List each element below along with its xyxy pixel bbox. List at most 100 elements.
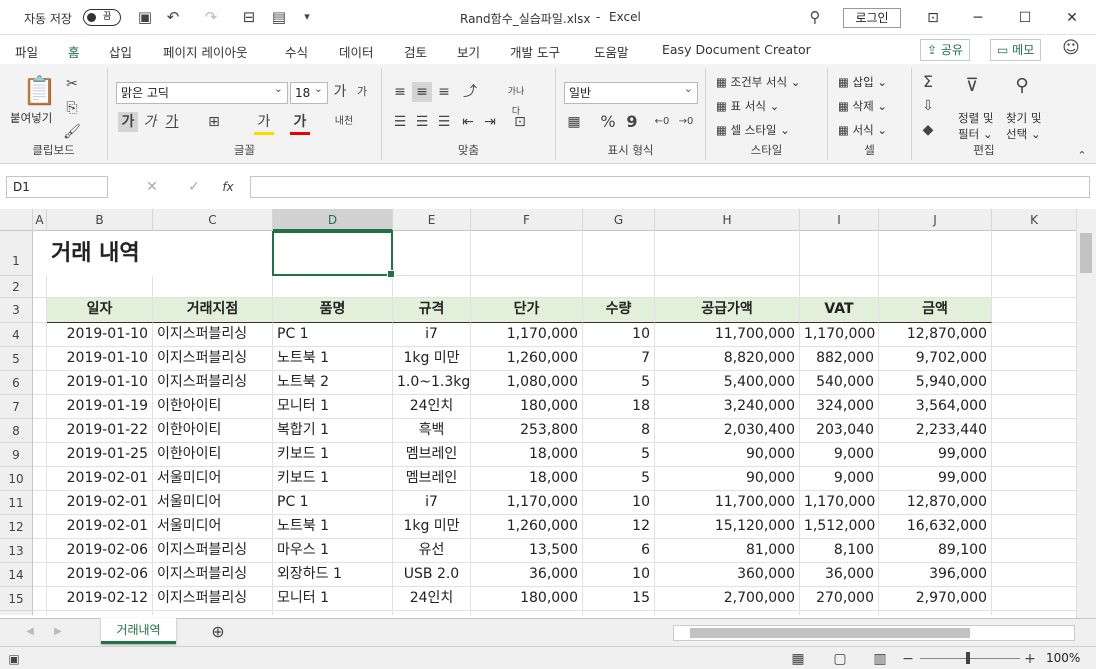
table-cell[interactable]: 24인치	[393, 395, 471, 419]
table-cell[interactable]: 16,632,000	[879, 515, 992, 539]
table-cell[interactable]: 모니터 1	[273, 395, 393, 419]
bold-button[interactable]: 가	[118, 112, 138, 132]
formula-input[interactable]	[250, 176, 1090, 198]
row-header[interactable]: 11	[0, 491, 33, 515]
empty-cell[interactable]	[33, 515, 47, 539]
empty-cell[interactable]	[992, 371, 1076, 395]
empty-cell[interactable]	[992, 587, 1076, 611]
table-cell[interactable]: 1,260,000	[471, 347, 583, 371]
name-box[interactable]: D1	[6, 176, 108, 198]
table-cell[interactable]: 멤브레인	[393, 467, 471, 491]
table-cell[interactable]: 5,940,000	[879, 371, 992, 395]
comma-button[interactable]: 9	[622, 112, 642, 132]
tab-file[interactable]: 파일	[15, 42, 38, 61]
table-cell[interactable]: 이지스퍼블리싱	[153, 563, 273, 587]
table-icon[interactable]: ▤	[270, 8, 288, 26]
empty-cell[interactable]	[992, 443, 1076, 467]
zoom-level[interactable]: 100%	[1046, 651, 1080, 665]
undo-icon[interactable]: ↶	[164, 8, 182, 26]
table-cell[interactable]: 8	[583, 419, 655, 443]
empty-cell[interactable]	[273, 611, 393, 615]
table-cell[interactable]: 5	[583, 467, 655, 491]
empty-cell[interactable]	[800, 231, 879, 276]
page-layout-view-icon[interactable]: ▢	[830, 649, 850, 669]
maximize-icon[interactable]: ☐	[1015, 8, 1035, 28]
align-bottom-icon[interactable]: ≡	[434, 82, 454, 102]
table-cell[interactable]: 이지스퍼블리싱	[153, 371, 273, 395]
empty-cell[interactable]	[655, 611, 800, 615]
autosave-toggle[interactable]: 끔	[83, 9, 121, 26]
table-cell[interactable]: 36,000	[800, 563, 879, 587]
tab-data[interactable]: 데이터	[339, 42, 374, 61]
table-cell[interactable]: 키보드 1	[273, 443, 393, 467]
empty-cell[interactable]	[800, 276, 879, 298]
table-cell[interactable]: USB 2.0	[393, 563, 471, 587]
empty-cell[interactable]	[879, 231, 992, 276]
page-break-view-icon[interactable]: ▥	[870, 649, 890, 669]
empty-cell[interactable]	[33, 298, 47, 323]
scroll-thumb[interactable]	[1080, 233, 1092, 273]
empty-cell[interactable]	[992, 298, 1076, 323]
column-header-e[interactable]: E	[393, 209, 471, 231]
empty-cell[interactable]	[33, 347, 47, 371]
row-header[interactable]: 2	[0, 276, 33, 298]
ribbon-display-icon[interactable]: ⊡	[923, 8, 943, 28]
table-cell[interactable]: 24인치	[393, 587, 471, 611]
table-cell[interactable]: 7	[583, 347, 655, 371]
column-header-h[interactable]: H	[655, 209, 800, 231]
empty-cell[interactable]	[992, 231, 1076, 276]
table-cell[interactable]: 10	[583, 323, 655, 347]
table-cell[interactable]: 2019-02-12	[47, 587, 153, 611]
table-cell[interactable]: 9,000	[800, 443, 879, 467]
table-cell[interactable]: 5,400,000	[655, 371, 800, 395]
empty-cell[interactable]	[879, 611, 992, 615]
table-cell[interactable]: 2,700,000	[655, 587, 800, 611]
sort-filter-button[interactable]: 정렬 및 필터 ⌄	[958, 110, 993, 142]
table-cell[interactable]: 89,100	[879, 539, 992, 563]
table-cell[interactable]: 흑백	[393, 419, 471, 443]
column-title[interactable]: 거래지점	[153, 298, 273, 323]
table-cell[interactable]: 2,030,400	[655, 419, 800, 443]
empty-cell[interactable]	[273, 276, 393, 298]
sheet-title[interactable]: 거래 내역	[33, 231, 273, 276]
italic-button[interactable]: 가	[140, 112, 160, 132]
table-cell[interactable]: 1,080,000	[471, 371, 583, 395]
row-header[interactable]: 15	[0, 587, 33, 611]
table-cell[interactable]: 2019-02-01	[47, 491, 153, 515]
increase-indent-icon[interactable]: ⇥	[480, 112, 500, 132]
table-cell[interactable]: 324,000	[800, 395, 879, 419]
table-cell[interactable]: 8,100	[800, 539, 879, 563]
empty-cell[interactable]	[153, 611, 273, 615]
underline-button[interactable]: 가	[162, 112, 182, 132]
column-header-f[interactable]: F	[471, 209, 583, 231]
column-header-d[interactable]: D	[273, 209, 393, 231]
align-top-icon[interactable]: ≡	[390, 82, 410, 102]
table-cell[interactable]: 노트북 1	[273, 515, 393, 539]
empty-cell[interactable]	[655, 276, 800, 298]
tab-review[interactable]: 검토	[404, 42, 427, 61]
table-cell[interactable]: 540,000	[800, 371, 879, 395]
align-middle-icon[interactable]: ≡	[412, 82, 432, 102]
table-cell[interactable]: 18,000	[471, 443, 583, 467]
table-cell[interactable]: 서울미디어	[153, 491, 273, 515]
table-cell[interactable]: 3,564,000	[879, 395, 992, 419]
form-icon[interactable]: ⊟	[240, 8, 258, 26]
table-cell[interactable]: 1kg 미만	[393, 515, 471, 539]
table-cell[interactable]: 9,702,000	[879, 347, 992, 371]
column-title[interactable]: 수량	[583, 298, 655, 323]
column-title[interactable]: 금액	[879, 298, 992, 323]
empty-cell[interactable]	[471, 611, 583, 615]
font-name-select[interactable]: 맑은 고딕	[116, 79, 288, 104]
save-icon[interactable]: ▣	[136, 8, 154, 26]
align-right-icon[interactable]: ☰	[434, 112, 454, 132]
table-cell[interactable]: 이한아이티	[153, 395, 273, 419]
hscroll-thumb[interactable]	[690, 628, 970, 638]
empty-cell[interactable]	[33, 563, 47, 587]
table-cell[interactable]: 모니터 1	[273, 587, 393, 611]
next-sheet-icon[interactable]: ▶	[48, 622, 68, 642]
table-cell[interactable]: 11,700,000	[655, 323, 800, 347]
table-cell[interactable]: 이지스퍼블리싱	[153, 323, 273, 347]
table-cell[interactable]: i7	[393, 491, 471, 515]
shrink-font-icon[interactable]: 가	[352, 82, 372, 102]
minimize-icon[interactable]: ─	[968, 8, 988, 28]
